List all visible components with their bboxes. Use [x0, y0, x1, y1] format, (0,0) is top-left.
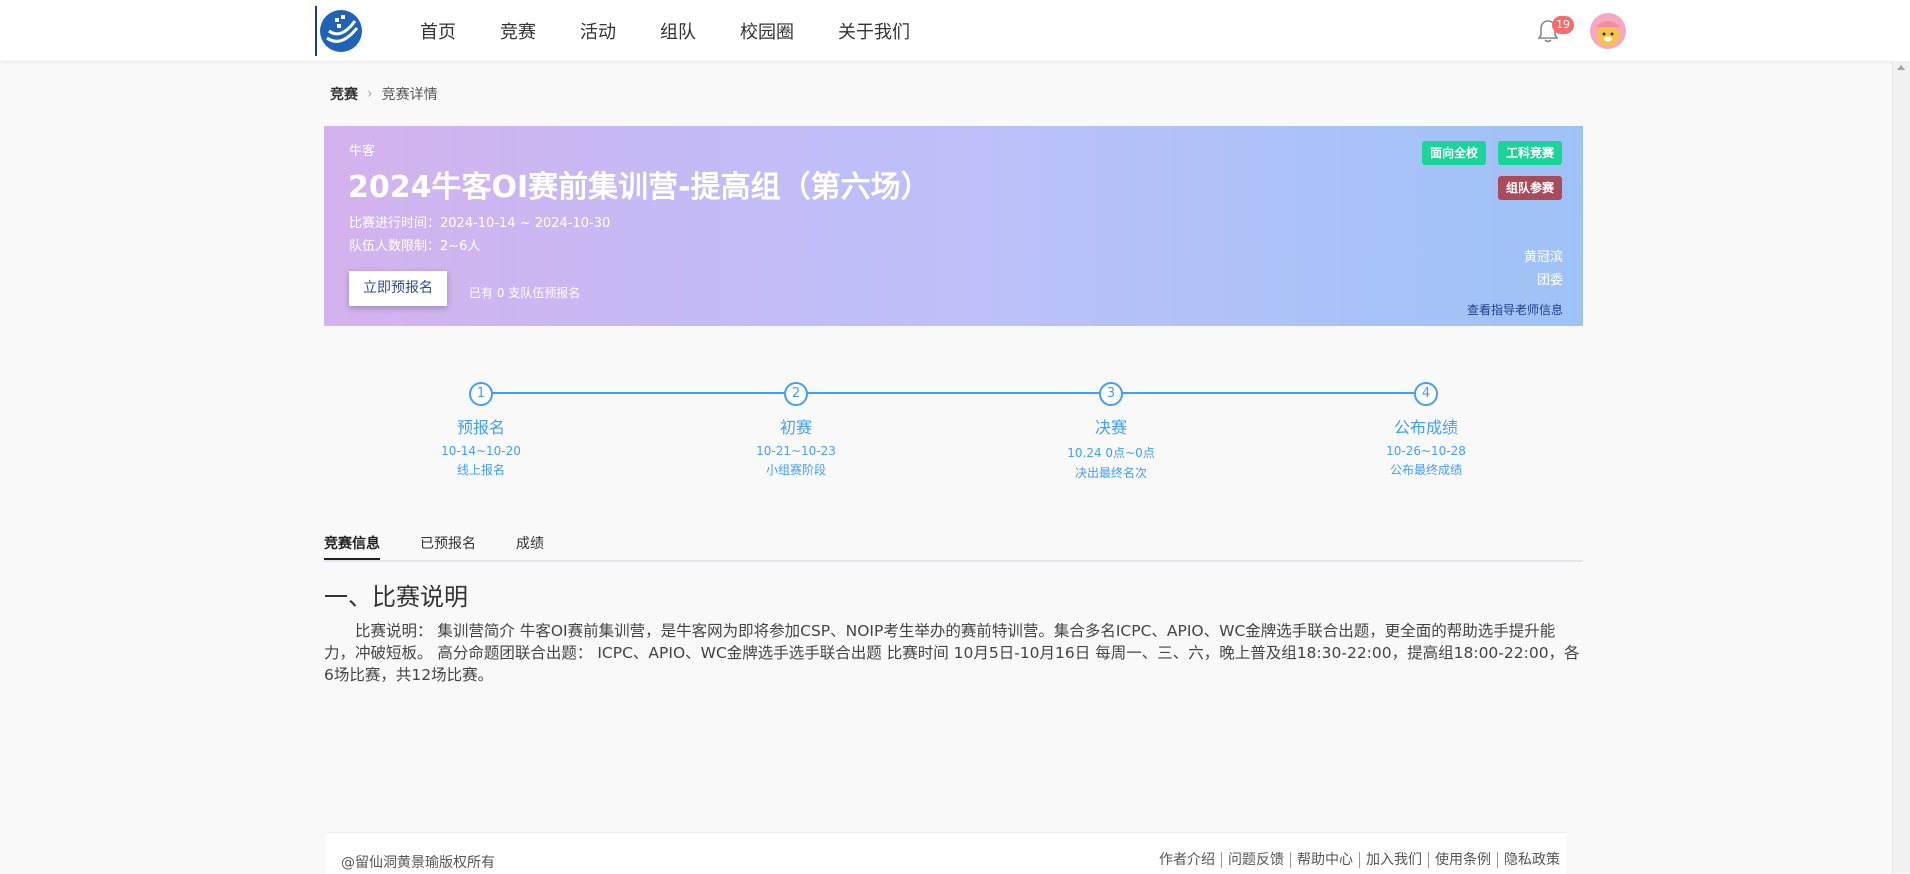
step-desc: 公布最终成绩 — [1389, 463, 1462, 477]
banner-org: 牛客 — [349, 144, 376, 159]
teacher-info-link[interactable]: 查看指导老师信息 — [1467, 301, 1563, 318]
competition-steps: 1 预报名 10-14~10-20 线上报名 2 初赛 10-21~10-23 … — [324, 380, 1583, 490]
section-title: 一、比赛说明 — [324, 583, 468, 611]
step-date: 10.24 0点~0点 — [1067, 446, 1155, 460]
teacher-name: 黄冠滨 — [1523, 250, 1563, 265]
avatar[interactable] — [1590, 13, 1626, 49]
team-size-limit: 队伍人数限制：2~6人 — [349, 239, 481, 254]
tag-engineering: 工科竞赛 — [1498, 141, 1563, 165]
nav-home[interactable]: 首页 — [420, 18, 456, 44]
site-logo[interactable] — [315, 6, 365, 56]
chevron-right-icon: › — [367, 86, 373, 102]
footer-link-feedback[interactable]: 问题反馈 — [1221, 852, 1290, 868]
step-title: 决赛 — [1094, 418, 1127, 437]
section-body: 比赛说明： 集训营简介 牛客OI赛前集训营，是牛客网为即将参加CSP、NOIP考… — [324, 622, 1580, 684]
tab-competition-info[interactable]: 竞赛信息 — [324, 533, 380, 553]
nav-competition[interactable]: 竞赛 — [500, 18, 536, 44]
competition-title: 2024牛客OI赛前集训营-提高组（第六场） — [348, 170, 931, 205]
page-scrollbar[interactable] — [1892, 61, 1910, 873]
step-3: 3 决赛 10.24 0点~0点 决出最终名次 — [1011, 380, 1211, 481]
copyright: @留仙洞黄景瑜版权所有 — [341, 855, 495, 871]
step-date: 10-14~10-20 — [441, 444, 521, 458]
step-date: 10-26~10-28 — [1386, 444, 1466, 458]
step-2: 2 初赛 10-21~10-23 小组赛阶段 — [696, 380, 896, 478]
competition-time: 比赛进行时间：2024-10-14 ~ 2024-10-30 — [349, 216, 611, 231]
page-footer: @留仙洞黄景瑜版权所有 作者介绍 问题反馈 帮助中心 加入我们 使用条例 隐私政… — [326, 832, 1566, 874]
footer-link-privacy[interactable]: 隐私政策 — [1497, 852, 1566, 868]
main-nav: 首页 竞赛 活动 组队 校园圈 关于我们 — [420, 0, 954, 61]
nav-about[interactable]: 关于我们 — [838, 18, 910, 44]
top-header: 首页 竞赛 活动 组队 校园圈 关于我们 19 — [0, 0, 1910, 61]
nav-team[interactable]: 组队 — [660, 18, 696, 44]
detail-tabs: 竞赛信息 已预报名 成绩 — [324, 530, 1583, 562]
signup-count: 已有 0 支队伍预报名 — [469, 286, 581, 300]
step-title: 初赛 — [779, 418, 812, 437]
step-number: 1 — [469, 382, 493, 406]
step-number: 4 — [1414, 382, 1438, 406]
competition-banner: 牛客 2024牛客OI赛前集训营-提高组（第六场） 比赛进行时间：2024-10… — [324, 126, 1583, 326]
pre-signup-button[interactable]: 立即预报名 — [349, 271, 447, 306]
step-title: 公布成绩 — [1393, 418, 1458, 437]
step-title: 预报名 — [456, 418, 505, 437]
teacher-unit: 团委 — [1536, 273, 1563, 288]
footer-link-author[interactable]: 作者介绍 — [1153, 852, 1221, 868]
step-desc: 线上报名 — [456, 463, 505, 477]
breadcrumb-root[interactable]: 竞赛 — [330, 84, 358, 104]
steps-line — [481, 392, 1427, 394]
breadcrumb: 竞赛 › 竞赛详情 — [330, 84, 438, 104]
footer-links: 作者介绍 问题反馈 帮助中心 加入我们 使用条例 隐私政策 — [1153, 852, 1566, 868]
tab-results[interactable]: 成绩 — [516, 533, 544, 553]
step-number: 2 — [784, 382, 808, 406]
nav-campus[interactable]: 校园圈 — [740, 18, 794, 44]
step-4: 4 公布成绩 10-26~10-28 公布最终成绩 — [1326, 380, 1526, 478]
tag-team-entry: 组队参赛 — [1498, 176, 1563, 200]
footer-link-help[interactable]: 帮助中心 — [1290, 852, 1359, 868]
scroll-up-arrow-icon[interactable] — [1897, 65, 1905, 70]
breadcrumb-current: 竞赛详情 — [381, 87, 438, 103]
step-desc: 小组赛阶段 — [765, 463, 826, 477]
notification-badge: 19 — [1552, 16, 1574, 34]
step-desc: 决出最终名次 — [1074, 466, 1147, 480]
footer-link-join[interactable]: 加入我们 — [1359, 852, 1428, 868]
step-number: 3 — [1099, 382, 1123, 406]
tab-pre-signed[interactable]: 已预报名 — [420, 533, 476, 553]
step-date: 10-21~10-23 — [756, 444, 836, 458]
nav-activity[interactable]: 活动 — [580, 18, 616, 44]
step-1: 1 预报名 10-14~10-20 线上报名 — [381, 380, 581, 478]
active-tab-indicator — [324, 558, 380, 560]
footer-link-terms[interactable]: 使用条例 — [1428, 852, 1497, 868]
tag-school-wide: 面向全校 — [1422, 141, 1487, 165]
